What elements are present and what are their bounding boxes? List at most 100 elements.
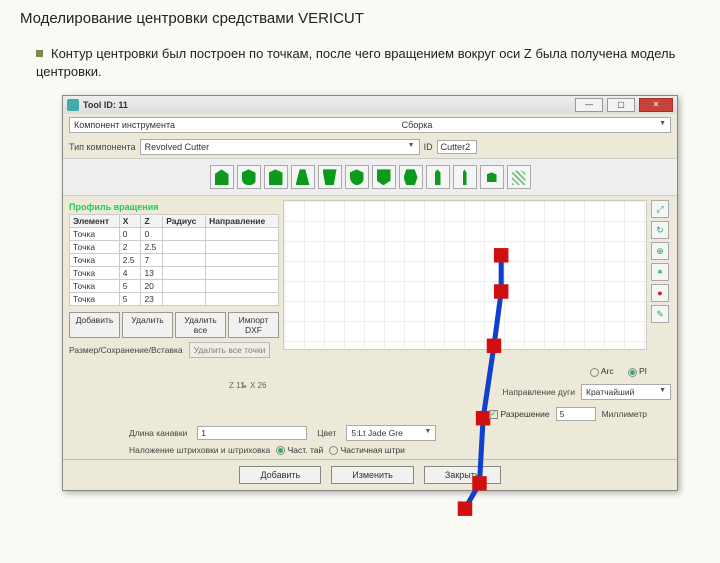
table-row[interactable]: Точка2.57 <box>70 254 279 267</box>
table-row[interactable]: Точка413 <box>70 267 279 280</box>
app-window: Tool ID: 11 — ▢ ✕ Компонент инструмента … <box>62 95 678 491</box>
table-cell[interactable] <box>163 280 206 293</box>
table-cell[interactable] <box>206 267 279 280</box>
zoom-icon[interactable]: ⊕ <box>651 242 669 260</box>
minimize-button[interactable]: — <box>575 98 603 112</box>
table-cell[interactable] <box>163 267 206 280</box>
comp-type-label: Тип компонента <box>69 142 136 152</box>
table-cell[interactable] <box>206 293 279 306</box>
col-element: Элемент <box>70 215 120 228</box>
resize-label: Размер/Сохранение/Вставка <box>69 345 183 355</box>
plot-area[interactable] <box>283 200 647 350</box>
delete-all-button[interactable]: Удалить все <box>175 312 226 338</box>
import-dxf-button[interactable]: Импорт DXF <box>228 312 279 338</box>
tool-icon[interactable] <box>237 165 261 189</box>
table-cell[interactable]: 2.5 <box>141 241 163 254</box>
col-radius: Радиус <box>163 215 206 228</box>
resolution-check[interactable] <box>489 410 498 419</box>
table-cell[interactable]: 4 <box>119 267 141 280</box>
tool-icon[interactable] <box>372 165 396 189</box>
tool-icon[interactable] <box>318 165 342 189</box>
tool-icon[interactable] <box>345 165 369 189</box>
id-label: ID <box>424 142 433 152</box>
col-z: Z <box>141 215 163 228</box>
tool-icon[interactable] <box>426 165 450 189</box>
table-cell[interactable]: Точка <box>70 228 120 241</box>
tool-palette <box>63 158 677 196</box>
top-combo-row: Компонент инструмента Сборка ▼ <box>63 114 677 136</box>
left-panel: Профиль вращения Элемент X Z Радиус Напр… <box>69 200 279 358</box>
slide-body-text: Контур центровки был построен по точкам,… <box>36 46 675 79</box>
table-cell[interactable]: 2.5 <box>119 254 141 267</box>
edit-icon[interactable]: ✎ <box>651 305 669 323</box>
table-cell[interactable] <box>206 254 279 267</box>
delete-point-button[interactable]: Удалить <box>122 312 173 338</box>
table-row[interactable]: Точка520 <box>70 280 279 293</box>
component-combo[interactable]: Компонент инструмента Сборка ▼ <box>69 117 671 133</box>
table-cell[interactable]: Точка <box>70 241 120 254</box>
profile-table: Элемент X Z Радиус Направление Точка00То… <box>69 214 279 306</box>
chevron-down-icon: ▼ <box>659 387 666 397</box>
rotate-icon[interactable]: ↻ <box>651 221 669 239</box>
tool-icon[interactable] <box>210 165 234 189</box>
table-cell[interactable] <box>163 254 206 267</box>
tool-icon[interactable] <box>291 165 315 189</box>
chevron-down-icon: ▼ <box>408 142 415 152</box>
table-cell[interactable]: Точка <box>70 293 120 306</box>
id-input[interactable]: Cutter2 <box>437 140 477 154</box>
table-cell[interactable]: 0 <box>119 228 141 241</box>
table-row[interactable]: Точка00 <box>70 228 279 241</box>
close-button[interactable]: ✕ <box>639 98 673 112</box>
table-cell[interactable]: 5 <box>119 293 141 306</box>
table-cell[interactable] <box>206 280 279 293</box>
chevron-down-icon: ▼ <box>659 120 666 130</box>
pi-radio[interactable] <box>628 368 637 377</box>
table-cell[interactable]: 7 <box>141 254 163 267</box>
titlebar: Tool ID: 11 — ▢ ✕ <box>63 96 677 114</box>
section-title: Профиль вращения <box>69 200 279 214</box>
slide-title: Моделирование центровки средствами VERIC… <box>20 10 700 27</box>
window-title: Tool ID: 11 <box>83 100 571 110</box>
fit-icon[interactable]: ⤢ <box>651 200 669 218</box>
col-dir: Направление <box>206 215 279 228</box>
star-icon[interactable]: ✶ <box>651 263 669 281</box>
table-buttons: Добавить Удалить Удалить все Импорт DXF <box>69 312 279 338</box>
slide-body: Контур центровки был построен по точкам,… <box>36 45 700 81</box>
x-axis-label: ↳ X 26 <box>241 381 266 390</box>
component-combo-label: Компонент инструмента <box>74 120 175 130</box>
clear-points-button[interactable]: Удалить все точки <box>189 342 271 358</box>
col-x: X <box>119 215 141 228</box>
table-cell[interactable]: Точка <box>70 267 120 280</box>
record-icon[interactable]: ● <box>651 284 669 302</box>
comp-type-combo[interactable]: Revolved Cutter ▼ <box>140 139 420 155</box>
groove-len-label: Длина канавки <box>129 428 187 438</box>
table-cell[interactable] <box>206 228 279 241</box>
add-point-button[interactable]: Добавить <box>69 312 120 338</box>
app-icon <box>67 99 79 111</box>
table-cell[interactable]: 5 <box>119 280 141 293</box>
view-tools: ⤢ ↻ ⊕ ✶ ● ✎ <box>651 200 671 358</box>
comp-type-value: Revolved Cutter <box>145 142 210 152</box>
table-cell[interactable]: 23 <box>141 293 163 306</box>
table-cell[interactable]: Точка <box>70 280 120 293</box>
table-cell[interactable]: 20 <box>141 280 163 293</box>
table-row[interactable]: Точка22.5 <box>70 241 279 254</box>
table-cell[interactable] <box>163 241 206 254</box>
comp-type-row: Тип компонента Revolved Cutter ▼ ID Cutt… <box>63 136 677 158</box>
table-cell[interactable]: 2 <box>119 241 141 254</box>
table-cell[interactable]: 13 <box>141 267 163 280</box>
arc-radio[interactable] <box>590 368 599 377</box>
table-cell[interactable]: 0 <box>141 228 163 241</box>
tool-icon[interactable] <box>507 165 531 189</box>
tool-icon[interactable] <box>453 165 477 189</box>
table-cell[interactable] <box>206 241 279 254</box>
table-cell[interactable] <box>163 293 206 306</box>
table-cell[interactable] <box>163 228 206 241</box>
tool-icon[interactable] <box>264 165 288 189</box>
tool-icon[interactable] <box>480 165 504 189</box>
bullet-icon <box>36 50 43 57</box>
table-row[interactable]: Точка523 <box>70 293 279 306</box>
tool-icon[interactable] <box>399 165 423 189</box>
maximize-button[interactable]: ▢ <box>607 98 635 112</box>
table-cell[interactable]: Точка <box>70 254 120 267</box>
